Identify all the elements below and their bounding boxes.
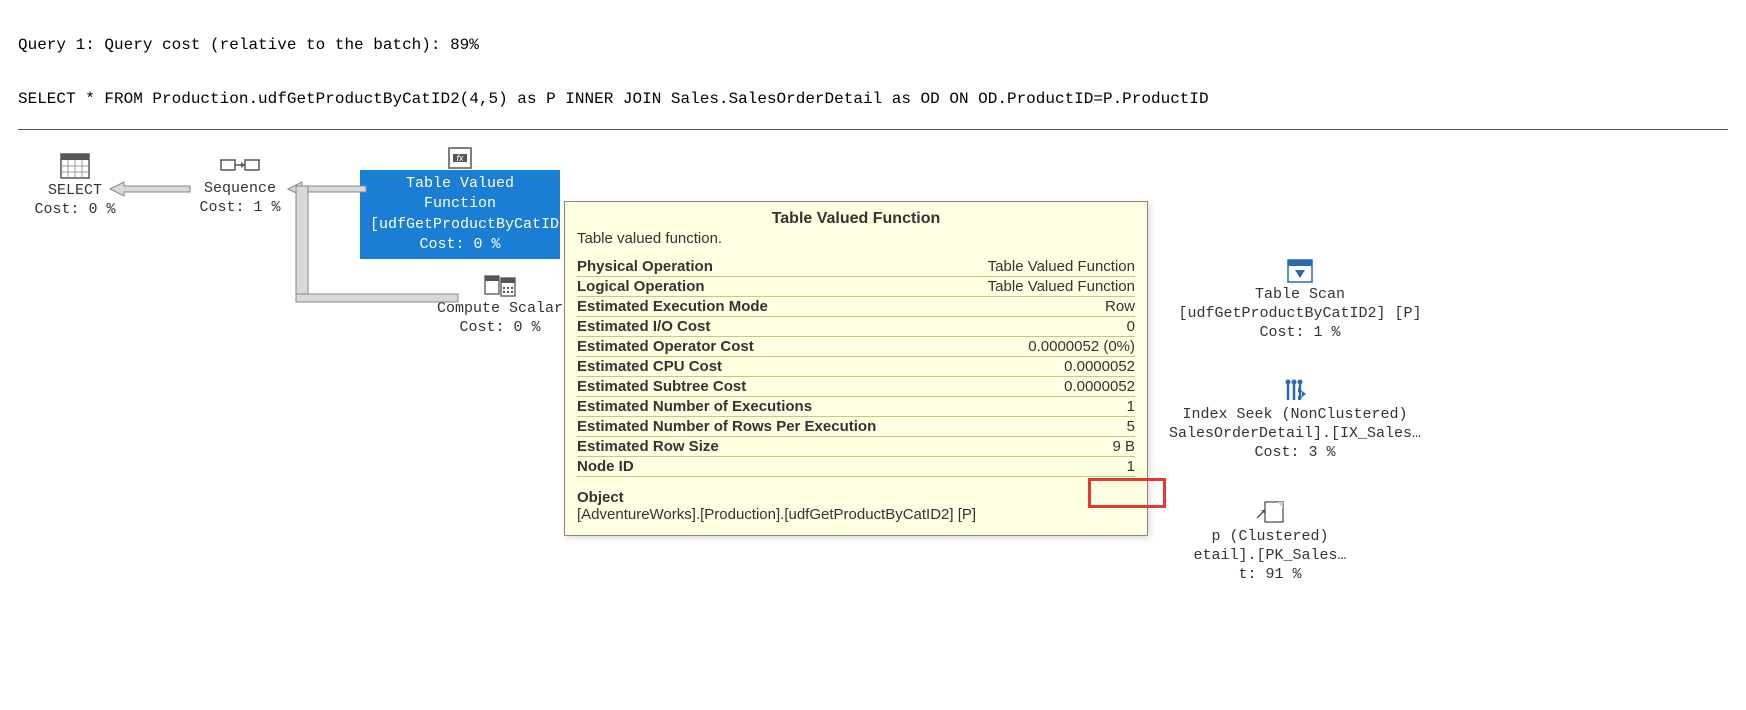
plan-node-label: Compute Scalar xyxy=(420,300,580,319)
plan-node-label: p (Clustered) xyxy=(1150,528,1390,547)
plan-node-label: Sequence xyxy=(180,180,300,199)
plan-node-cost: Cost: 1 % xyxy=(180,199,300,218)
plan-node-label: SELECT xyxy=(30,182,120,201)
tooltip-object-label: Object xyxy=(577,489,1135,506)
function-icon: fx xyxy=(449,148,471,168)
tooltip-properties-table: Physical OperationTable Valued Function … xyxy=(577,257,1135,477)
plan-node-cost: t: 91 % xyxy=(1150,566,1390,585)
tooltip-subtitle: Table valued function. xyxy=(577,230,1135,247)
plan-node-sequence[interactable]: Sequence Cost: 1 % xyxy=(180,154,300,218)
table-scan-icon xyxy=(1288,260,1312,282)
plan-node-cost: Cost: 0 % xyxy=(420,319,580,338)
plan-node-label: Table Valued Function xyxy=(370,174,550,215)
operator-tooltip: Table Valued Function Table valued funct… xyxy=(564,201,1148,536)
plan-node-index-seek[interactable]: Index Seek (NonClustered) SalesOrderDeta… xyxy=(1150,378,1440,462)
query-header: Query 1: Query cost (relative to the bat… xyxy=(0,0,1746,126)
query-sql-line: SELECT * FROM Production.udfGetProductBy… xyxy=(18,90,1728,108)
select-icon xyxy=(61,154,89,178)
tooltip-object-value: [AdventureWorks].[Production].[udfGetPro… xyxy=(577,506,1135,523)
plan-node-cost: Cost: 1 % xyxy=(1170,324,1430,343)
plan-node-label: Index Seek (NonClustered) xyxy=(1150,406,1440,425)
index-seek-icon xyxy=(1282,378,1308,402)
plan-node-compute-scalar[interactable]: Compute Scalar Cost: 0 % xyxy=(420,274,580,338)
plan-node-detail: SalesOrderDetail].[IX_Sales… xyxy=(1150,425,1440,444)
compute-scalar-icon xyxy=(485,274,515,296)
plan-node-select[interactable]: SELECT Cost: 0 % xyxy=(30,154,120,220)
query-cost-line: Query 1: Query cost (relative to the bat… xyxy=(18,36,1728,54)
tooltip-title: Table Valued Function xyxy=(577,210,1135,228)
plan-node-label: Table Scan xyxy=(1170,286,1430,305)
plan-node-detail: [udfGetProductByCatID xyxy=(370,215,550,235)
key-lookup-icon xyxy=(1255,500,1285,524)
svg-text:fx: fx xyxy=(456,153,464,163)
plan-node-detail: etail].[PK_Sales… xyxy=(1150,547,1390,566)
plan-arrow xyxy=(110,180,190,198)
execution-plan-canvas[interactable]: SELECT Cost: 0 % Sequence Cost: 1 % fx T… xyxy=(0,130,1746,710)
plan-node-cost: Cost: 0 % xyxy=(370,235,550,255)
plan-node-table-scan[interactable]: Table Scan [udfGetProductByCatID2] [P] C… xyxy=(1170,260,1430,342)
plan-node-detail: [udfGetProductByCatID2] [P] xyxy=(1170,305,1430,324)
plan-node-cost: Cost: 3 % xyxy=(1150,444,1440,463)
plan-node-tvf[interactable]: fx Table Valued Function [udfGetProductB… xyxy=(360,148,560,259)
sequence-icon xyxy=(221,154,259,176)
plan-node-key-lookup[interactable]: p (Clustered) etail].[PK_Sales… t: 91 % xyxy=(1150,500,1390,584)
plan-node-cost: Cost: 0 % xyxy=(30,201,120,220)
